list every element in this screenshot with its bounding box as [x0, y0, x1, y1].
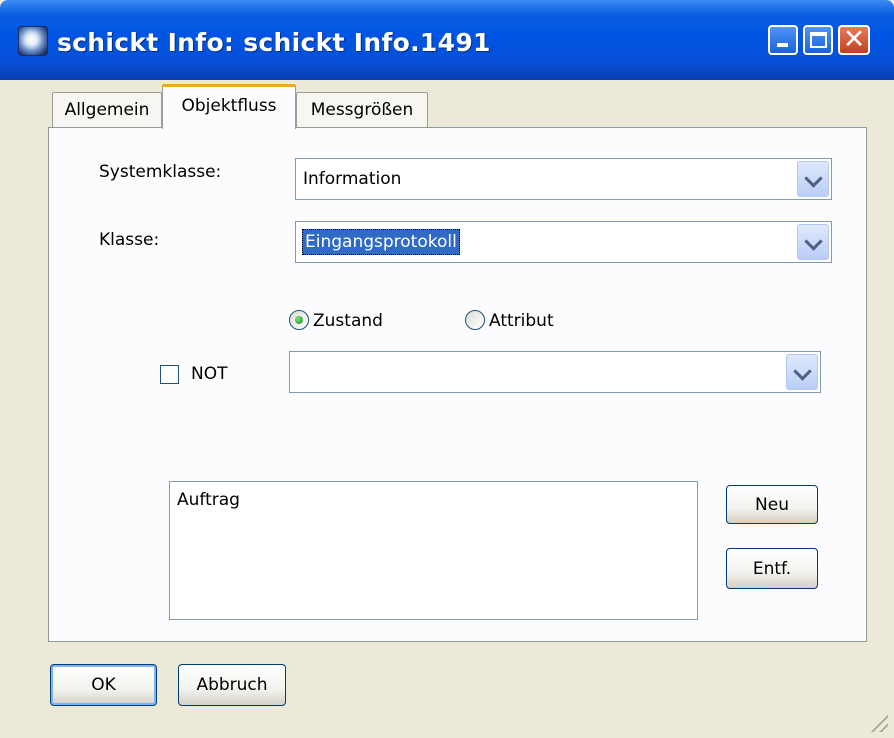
ok-button[interactable]: OK [50, 664, 157, 706]
zustand-label[interactable]: Zustand [313, 311, 383, 331]
objects-listbox[interactable]: Auftrag [169, 481, 698, 620]
app-icon[interactable] [18, 26, 48, 56]
tab-allgemein[interactable]: Allgemein [52, 92, 162, 128]
maximize-icon [810, 32, 827, 48]
radio-selected-dot [295, 316, 303, 324]
chevron-down-icon [804, 232, 823, 251]
klasse-label: Klasse: [99, 230, 160, 250]
title-bar[interactable]: schickt Info: schickt Info.1491 ✕ [0, 0, 894, 80]
attribut-label[interactable]: Attribut [489, 311, 554, 331]
klasse-dropdown-button[interactable] [797, 224, 829, 260]
maximize-button[interactable] [803, 25, 833, 55]
minimize-button[interactable] [768, 25, 798, 55]
tab-objektfluss[interactable]: Objektfluss [162, 84, 296, 129]
systemklasse-dropdown-button[interactable] [797, 161, 829, 197]
klasse-value: Eingangsprotokoll [302, 229, 460, 255]
attribut-radio[interactable] [465, 310, 485, 330]
dialog-window: schickt Info: schickt Info.1491 ✕ Allgem… [0, 0, 894, 738]
systemklasse-label: Systemklasse: [99, 162, 222, 182]
not-label[interactable]: NOT [191, 364, 227, 384]
klasse-dropdown[interactable]: Eingangsprotokoll [295, 221, 832, 263]
list-item[interactable]: Auftrag [177, 490, 240, 510]
chevron-down-icon [793, 362, 812, 381]
tab-messgroessen[interactable]: Messgrößen [296, 92, 428, 128]
entf-button[interactable]: Entf. [726, 548, 818, 589]
resize-grip-icon[interactable] [868, 712, 888, 732]
zustand-radio[interactable] [289, 310, 309, 330]
window-title: schickt Info: schickt Info.1491 [57, 28, 491, 57]
chevron-down-icon [804, 169, 823, 188]
neu-button[interactable]: Neu [726, 485, 818, 524]
close-button[interactable]: ✕ [838, 24, 870, 55]
systemklasse-value: Information [303, 169, 402, 189]
state-dropdown[interactable] [289, 351, 821, 393]
state-dropdown-button[interactable] [786, 354, 818, 390]
minimize-icon [777, 43, 788, 47]
abbruch-button[interactable]: Abbruch [178, 664, 286, 706]
not-checkbox[interactable] [160, 365, 179, 384]
close-icon: ✕ [842, 24, 866, 55]
systemklasse-dropdown[interactable]: Information [295, 158, 832, 200]
